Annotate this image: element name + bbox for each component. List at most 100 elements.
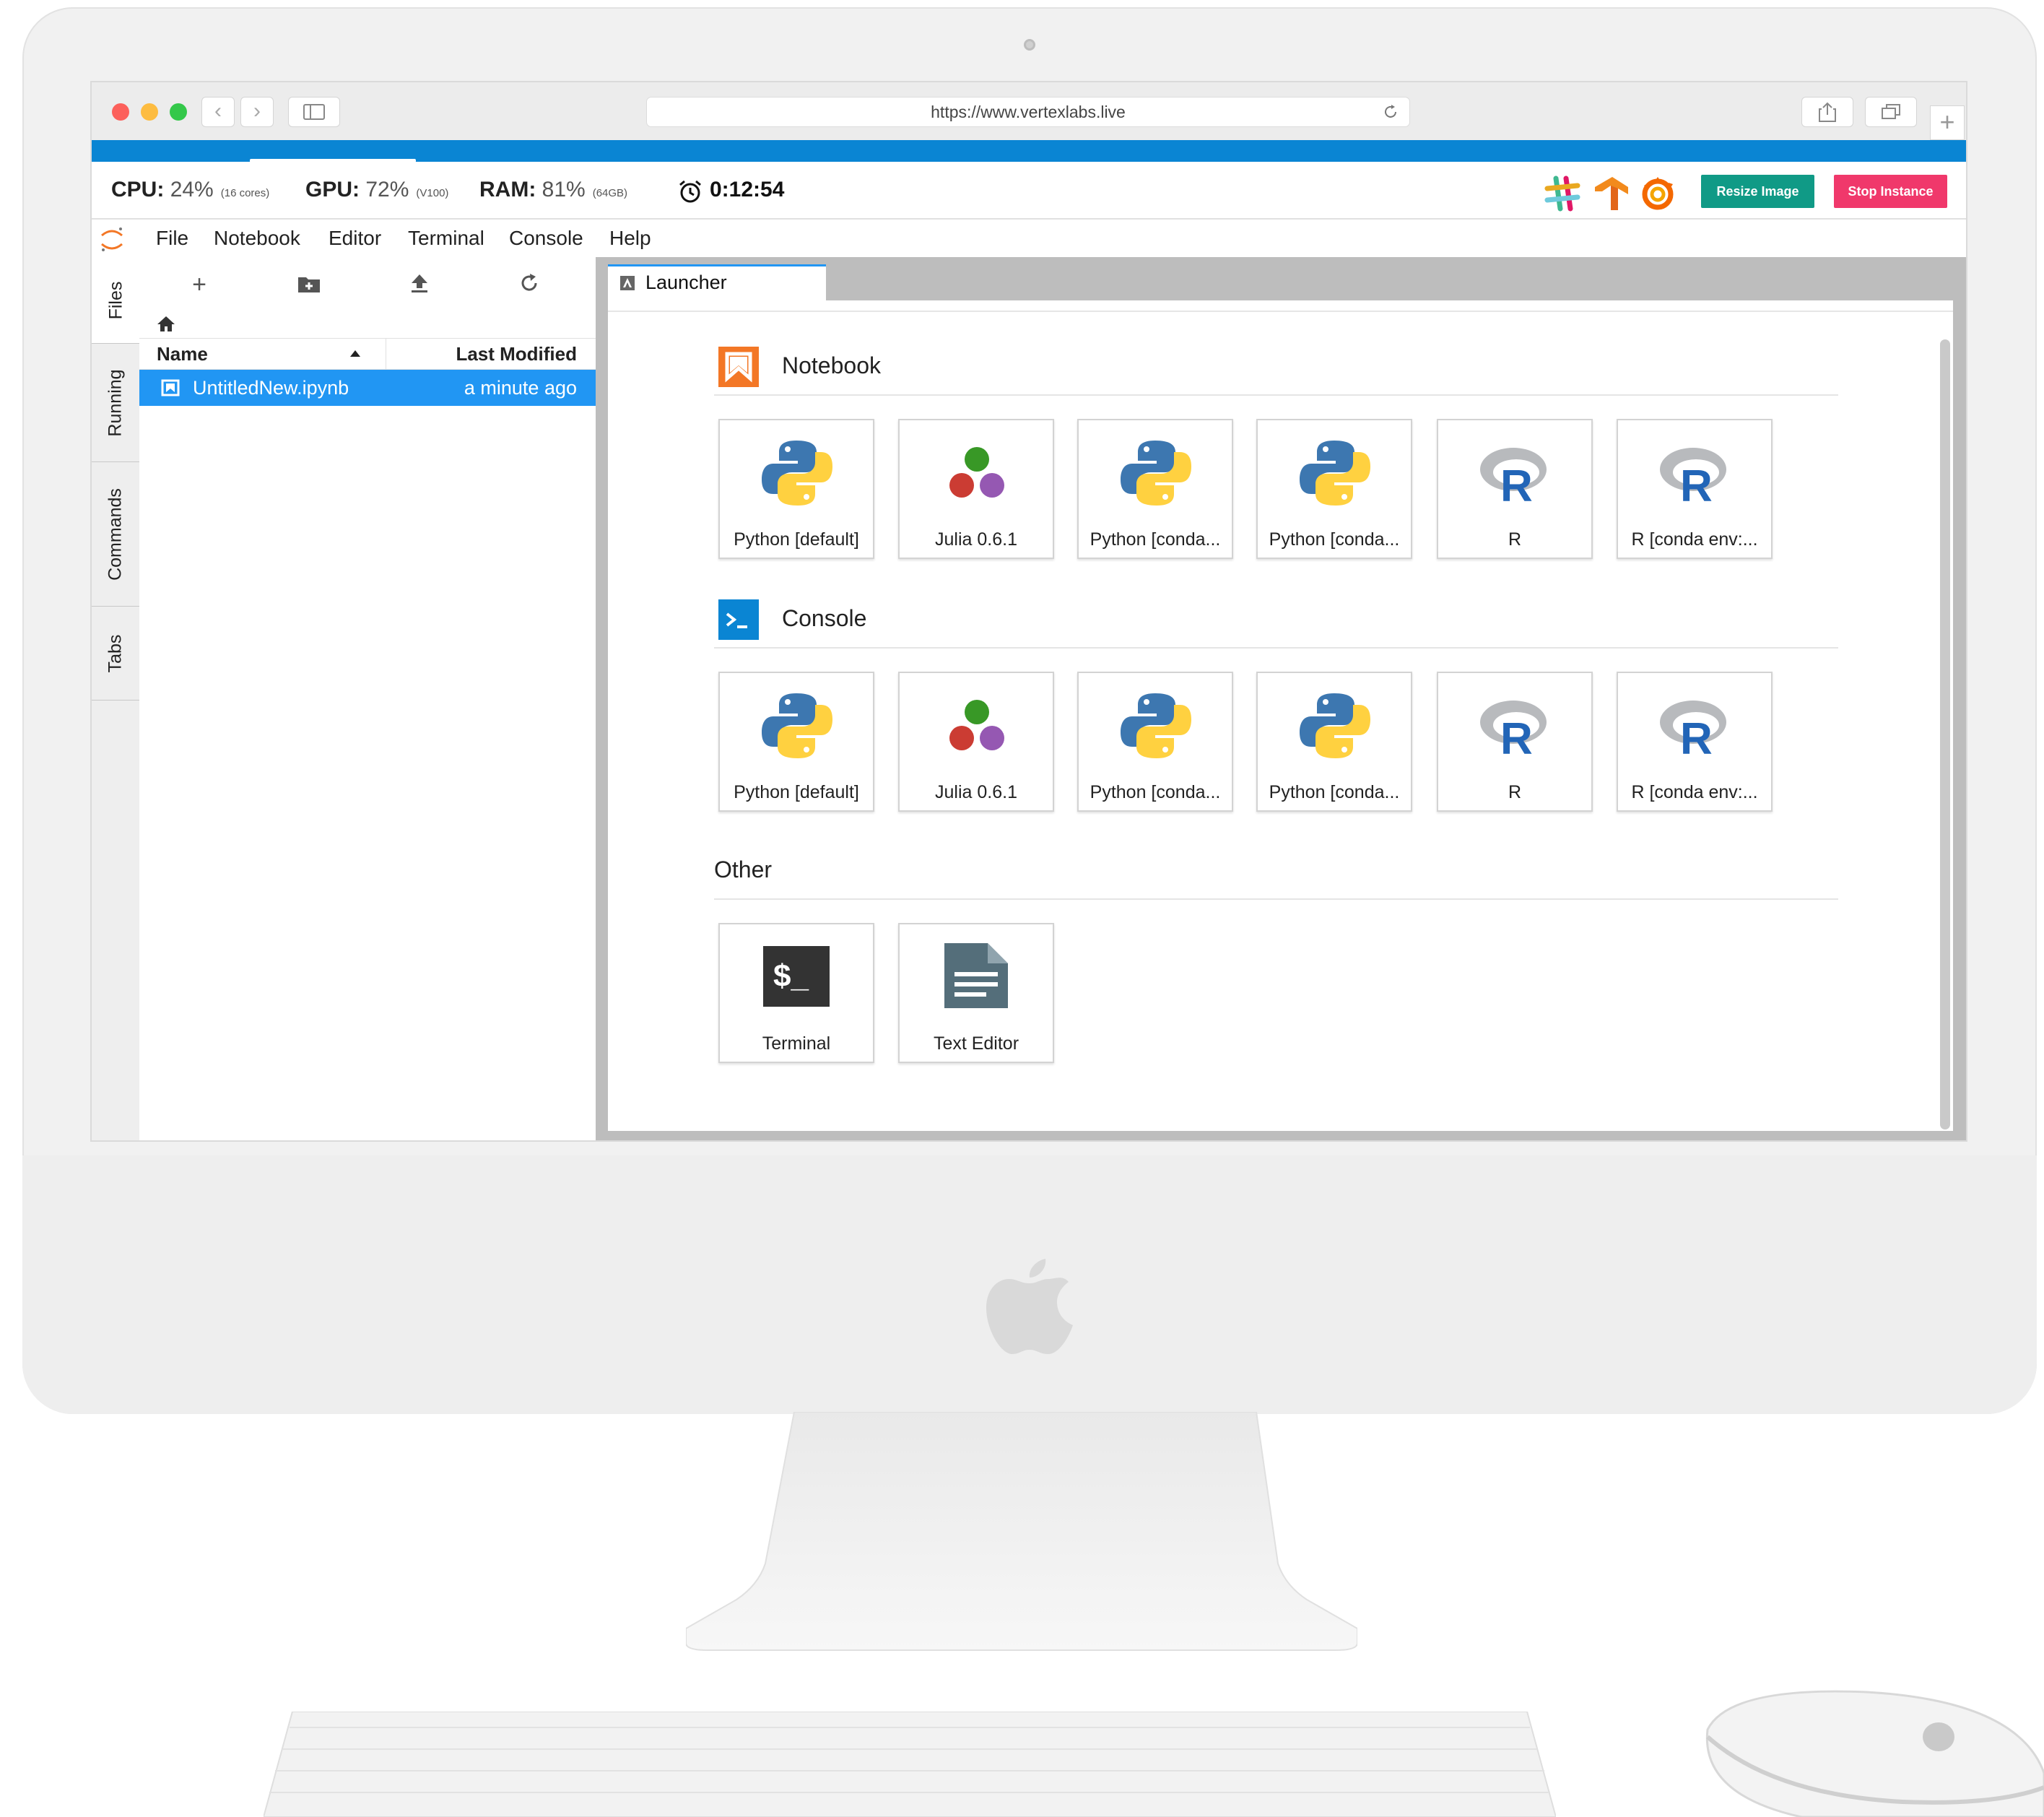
back-button[interactable]: ‹: [201, 97, 235, 127]
home-icon[interactable]: [157, 315, 175, 332]
svg-text:R: R: [1500, 714, 1533, 763]
launcher-scrollbar[interactable]: [1940, 339, 1950, 1129]
notebook-kernel-card-5[interactable]: RR: [1437, 419, 1593, 559]
console-section-rule: [714, 647, 1838, 649]
browser-toolbar: ‹ › https://www.vertexlabs.live +: [92, 82, 1966, 141]
notebook-kernel-card-4[interactable]: Python [conda...: [1256, 419, 1412, 559]
ram-detail: (64GB): [592, 187, 628, 199]
launcher-card-terminal[interactable]: $_ Terminal: [718, 923, 874, 1063]
console-prompt-icon: [718, 599, 759, 640]
r-logo-icon: R: [1660, 701, 1726, 763]
mouse: [1705, 1690, 2044, 1817]
menu-help[interactable]: Help: [609, 220, 651, 257]
tab-files[interactable]: Files: [92, 257, 140, 344]
sidebar-toggle-button[interactable]: [288, 97, 340, 127]
cpu-label: CPU:: [111, 178, 165, 201]
console-section-title: Console: [782, 605, 867, 631]
ram-label: RAM:: [479, 178, 536, 201]
python-logo-icon: [762, 693, 832, 758]
tab-tabs[interactable]: Tabs: [92, 607, 139, 701]
tab-launcher[interactable]: Launcher: [608, 264, 826, 300]
reload-icon[interactable]: [1382, 103, 1399, 121]
card-label: Python [default]: [734, 782, 859, 802]
resize-image-button[interactable]: Resize Image: [1701, 175, 1814, 208]
jupyter-logo-icon: [101, 227, 123, 251]
share-icon: [1819, 102, 1836, 122]
new-launcher-button[interactable]: +: [185, 270, 214, 299]
gpu-value: 72%: [365, 178, 409, 201]
sidebar-icon: [303, 104, 325, 120]
menu-file[interactable]: File: [156, 220, 188, 257]
file-modified: a minute ago: [464, 377, 577, 399]
menu-console[interactable]: Console: [509, 220, 583, 257]
slack-icon[interactable]: [1543, 174, 1582, 213]
column-name[interactable]: Name: [157, 339, 208, 369]
cpu-stat: CPU: 24% (16 cores): [111, 162, 269, 218]
notebook-kernel-card-2[interactable]: Julia 0.6.1: [898, 419, 1054, 559]
gpu-stat: GPU: 72% (V100): [305, 162, 448, 218]
share-button[interactable]: [1801, 97, 1853, 127]
minimize-window-button[interactable]: [141, 103, 158, 121]
console-kernel-card-6[interactable]: R R [conda env:...: [1617, 672, 1773, 812]
card-label: Python [default]: [734, 529, 859, 550]
svg-text:$_: $_: [773, 958, 809, 994]
gpu-label: GPU:: [305, 178, 360, 201]
tab-commands[interactable]: Commands: [92, 462, 139, 607]
stop-instance-button[interactable]: Stop Instance: [1834, 175, 1947, 208]
new-tab-button[interactable]: +: [1930, 105, 1965, 140]
console-kernel-card-2[interactable]: Julia 0.6.1: [898, 672, 1054, 812]
notebook-kernel-card-3[interactable]: Python [conda...: [1077, 419, 1233, 559]
tabs-overview-button[interactable]: [1865, 97, 1917, 127]
text-editor-icon: [944, 943, 1008, 1008]
resource-status-bar: CPU: 24% (16 cores) GPU: 72% (V100) RAM: 8…: [92, 162, 1966, 220]
refresh-icon[interactable]: [519, 273, 539, 293]
gpu-detail: (V100): [416, 187, 449, 199]
forward-button[interactable]: ›: [240, 97, 274, 127]
tab-running[interactable]: Running: [92, 344, 139, 462]
card-label: R: [1508, 529, 1522, 550]
console-kernel-card-5[interactable]: RR: [1437, 672, 1593, 812]
other-section-rule: [714, 898, 1838, 900]
launcher-card-text-editor[interactable]: Text Editor: [898, 923, 1054, 1063]
panel-divider: [608, 311, 1953, 312]
imac-stand: [686, 1412, 1357, 1651]
screen: ‹ › https://www.vertexlabs.live + CPU: 2…: [92, 82, 1966, 1140]
zoom-window-button[interactable]: [170, 103, 187, 121]
menu-notebook[interactable]: Notebook: [214, 220, 300, 257]
python-logo-icon: [1300, 693, 1370, 758]
app-banner: [92, 140, 1966, 162]
sort-ascending-icon: [350, 350, 360, 357]
new-folder-icon[interactable]: [297, 274, 321, 293]
console-kernel-card-4[interactable]: Python [conda...: [1256, 672, 1412, 812]
ram-value: 81%: [542, 178, 586, 201]
svg-text:R: R: [1500, 461, 1533, 510]
card-label: Julia 0.6.1: [935, 782, 1017, 802]
console-kernel-card-3[interactable]: Python [conda...: [1077, 672, 1233, 812]
file-name: UntitledNew.ipynb: [193, 377, 349, 399]
menu-editor[interactable]: Editor: [329, 220, 381, 257]
card-label: R [conda env:...: [1631, 782, 1758, 802]
address-bar[interactable]: https://www.vertexlabs.live: [646, 97, 1410, 127]
menu-terminal[interactable]: Terminal: [408, 220, 484, 257]
python-logo-icon: [1121, 693, 1191, 758]
tensorflow-icon[interactable]: [1592, 174, 1631, 213]
file-list-header: Name Last Modified: [139, 338, 596, 370]
console-kernel-card-1[interactable]: Python [default]: [718, 672, 874, 812]
card-label: Python [conda...: [1090, 529, 1221, 550]
notebook-kernel-card-1[interactable]: Python [default]: [718, 419, 874, 559]
notebook-file-icon: [161, 379, 180, 396]
sidebar-tab-rail: Files Running Commands Tabs: [92, 257, 140, 1140]
close-window-button[interactable]: [112, 103, 129, 121]
tab-commands-label: Commands: [105, 487, 126, 581]
file-row[interactable]: UntitledNew.ipynb a minute ago: [139, 370, 596, 406]
grafana-icon[interactable]: [1638, 174, 1677, 213]
column-last-modified[interactable]: Last Modified: [456, 339, 577, 369]
ram-stat: RAM: 81% (64GB): [479, 162, 627, 218]
keyboard: [264, 1712, 1556, 1817]
upload-icon[interactable]: [410, 273, 429, 293]
notebook-kernel-card-6[interactable]: R R [conda env:...: [1617, 419, 1773, 559]
r-logo-icon: R: [1480, 448, 1547, 510]
session-timer: 0:12:54: [710, 178, 785, 201]
launcher-icon: [620, 276, 635, 290]
card-label: R: [1508, 782, 1522, 802]
